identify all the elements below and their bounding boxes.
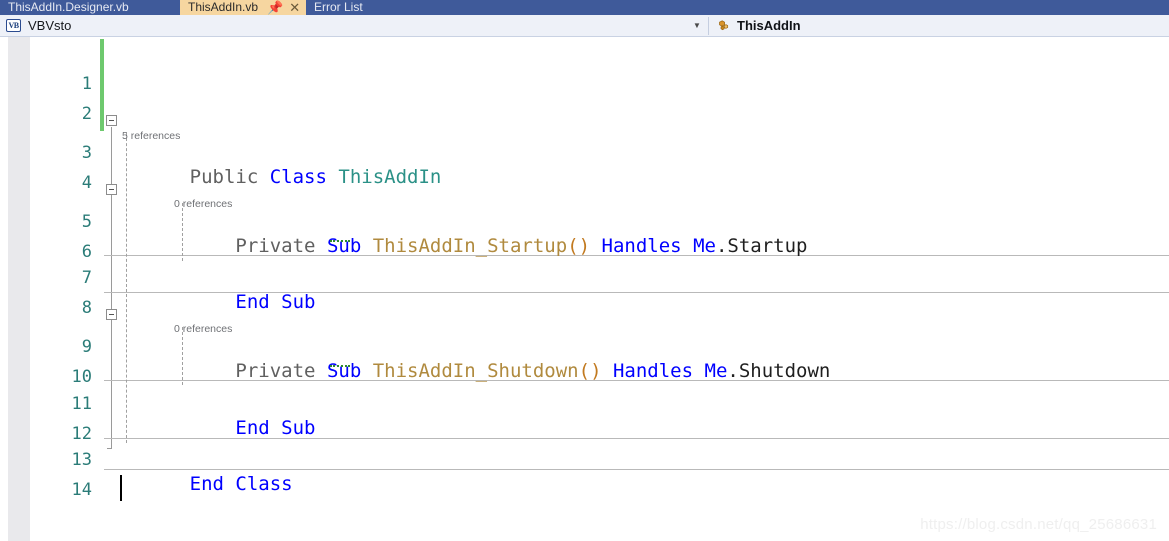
member-separator <box>104 255 1169 256</box>
editor-tab-strip: ThisAddIn.Designer.vb ThisAddIn.vb 📌 ✕ E… <box>0 0 1169 15</box>
class-dropdown[interactable]: ThisAddIn <box>709 15 801 36</box>
line-number: 13 <box>71 450 92 470</box>
line-number: 14 <box>71 480 92 500</box>
token-keyword: Sub <box>326 360 362 382</box>
line-number: 1 <box>81 74 92 94</box>
member-separator <box>104 380 1169 381</box>
line-number: 5 <box>81 212 92 232</box>
class-label: ThisAddIn <box>737 18 801 33</box>
token-keyword: End Class <box>189 473 293 495</box>
collapse-toggle-startup[interactable] <box>106 184 117 195</box>
line-number: 12 <box>71 424 92 444</box>
editor-selection-margin[interactable] <box>8 37 30 541</box>
tab-error-list[interactable]: Error List <box>306 0 371 15</box>
line-number: 11 <box>71 394 92 414</box>
token-modifier: Private <box>235 360 316 382</box>
member-separator <box>104 292 1169 293</box>
line-number-gutter: 1 2 3 4 5 6 7 8 9 10 11 12 13 14 <box>30 37 100 541</box>
navigation-bar: VB VBVsto ▼ ThisAddIn <box>0 15 1169 37</box>
collapse-toggle-class[interactable] <box>106 115 117 126</box>
token-keyword: Me <box>693 235 716 257</box>
token-paren: () <box>567 235 591 257</box>
project-label: VBVsto <box>28 18 72 33</box>
vb-icon: VB <box>6 19 21 32</box>
line-number: 7 <box>81 268 92 288</box>
member-separator <box>104 438 1169 439</box>
code-editor[interactable]: 1 2 3 4 5 6 7 8 9 10 11 12 13 14 5 refer… <box>0 37 1169 541</box>
codelens-class[interactable]: 5 references <box>122 130 180 142</box>
token-keyword: Handles <box>612 360 694 382</box>
tab-actions: 📌 ✕ <box>267 1 300 14</box>
code-text-layer: 5 references 0 references 0 references P… <box>0 37 1169 541</box>
code-line-3: Public Class ThisAddIn <box>121 144 442 210</box>
token-keyword: End Sub <box>235 417 316 439</box>
indent-guide <box>126 133 127 443</box>
member-separator <box>104 469 1169 470</box>
indent-guide <box>182 327 183 385</box>
line-number: 3 <box>81 143 92 163</box>
tab-label: ThisAddIn.Designer.vb <box>8 0 129 14</box>
code-line-5: Private Sub ThisAddIn_Startup() Handles … <box>121 213 807 279</box>
token-identifier: ThisAddIn_Shutdown <box>372 360 579 382</box>
line-number: 10 <box>71 367 92 387</box>
token-paren: () <box>578 360 602 382</box>
token-modifier: Private <box>235 235 316 257</box>
token-member: Shutdown <box>738 360 831 382</box>
code-line-13: End Class <box>121 451 293 517</box>
code-line-11: End Sub <box>121 395 315 461</box>
text-caret <box>120 475 122 501</box>
token-keyword: Handles <box>601 235 682 257</box>
outlining-margin[interactable] <box>104 37 122 541</box>
tab-thisaddin-designer[interactable]: ThisAddIn.Designer.vb <box>0 0 137 15</box>
close-icon[interactable]: ✕ <box>289 1 300 14</box>
token-dot: . <box>715 235 728 257</box>
outline-line-class <box>111 127 112 448</box>
outline-end-class <box>107 448 112 449</box>
line-number: 2 <box>81 104 92 124</box>
watermark: https://blog.csdn.net/qq_25686631 <box>920 516 1157 533</box>
pin-icon[interactable]: 📌 <box>267 1 283 14</box>
token-keyword: Class <box>269 166 327 188</box>
line-number: 6 <box>81 242 92 262</box>
squiggle-underline-startup <box>330 237 350 242</box>
token-typename: ThisAddIn <box>338 166 442 188</box>
indent-guide <box>182 203 183 261</box>
class-icon <box>717 19 731 33</box>
token-modifier: Public <box>189 166 259 188</box>
tab-strip-background <box>0 0 1169 15</box>
chevron-down-icon[interactable]: ▼ <box>686 15 708 36</box>
tab-label: ThisAddIn.vb <box>188 0 259 14</box>
code-line-9: Private Sub ThisAddIn_Shutdown() Handles… <box>121 338 830 404</box>
token-dot: . <box>727 360 739 382</box>
tab-thisaddin[interactable]: ThisAddIn.vb 📌 ✕ <box>180 0 309 15</box>
code-line-7: End Sub <box>121 269 315 335</box>
collapse-toggle-shutdown[interactable] <box>106 309 117 320</box>
line-number: 9 <box>81 337 92 357</box>
token-keyword: Sub <box>326 235 362 257</box>
token-keyword: Me <box>704 360 728 382</box>
project-dropdown[interactable]: VB VBVsto <box>0 15 686 36</box>
token-identifier: ThisAddIn_Startup <box>372 235 568 257</box>
token-member: Startup <box>727 235 808 257</box>
line-number: 8 <box>81 298 92 318</box>
squiggle-underline-shutdown <box>330 362 350 367</box>
token-keyword: End Sub <box>235 291 316 313</box>
line-number: 4 <box>81 173 92 193</box>
editor-left-margin <box>0 37 8 541</box>
tab-label: Error List <box>314 0 363 14</box>
